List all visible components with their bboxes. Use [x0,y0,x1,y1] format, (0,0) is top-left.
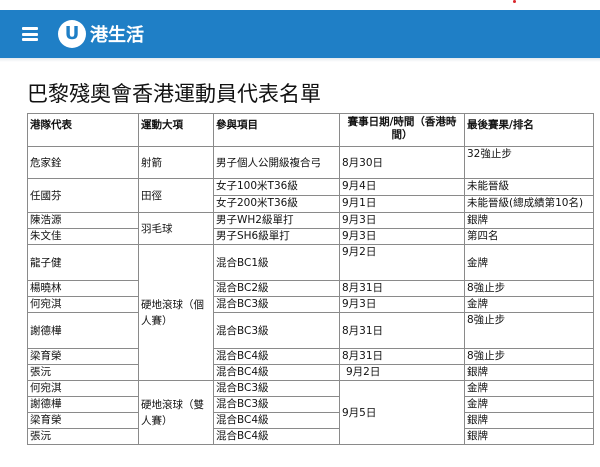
cell-sport: 羽毛球 [138,212,214,245]
table-row: 任國芬 田徑 女子100米T36級 9月4日 未能晉級 [27,178,594,213]
cell-event: 男子個人公開級複合弓 [213,146,340,179]
cell-result: 銀牌 [464,212,594,229]
table-row: 龍子健 硬地滾球（個人賽） 混合BC1級 9月2日 金牌 [27,244,594,381]
cell-event: 混合BC4級 [213,428,340,445]
cell-result: 金牌 [464,380,594,397]
cell-result: 金牌 [464,296,594,313]
cell-athlete: 謝德樺 [27,312,139,349]
logo-text: 港生活 [90,25,144,46]
column-header-date: 賽事日期/時間（香港時間） [339,113,465,147]
cell-event: 混合BC3級 [213,396,340,413]
table-row: 張沅 混合BC4級 銀牌 [27,428,594,445]
page-title: 巴黎殘奧會香港運動員代表名單 [27,82,321,106]
table-row: 朱文佳 男子SH6級單打 9月3日 第四名 [27,228,594,245]
hamburger-menu-icon[interactable] [22,27,38,41]
cell-event: 混合BC4級 [213,348,340,365]
cell-date: 8月31日 [339,312,465,349]
table-row: 謝德樺 混合BC3級 8月31日 8強止步 [27,312,594,349]
site-header: U 港生活 [0,10,600,58]
cell-event: 混合BC4級 [213,364,340,381]
table-row: 楊曉林 混合BC2級 8月31日 8強止步 [27,280,594,297]
cell-date: 9月3日 [339,296,465,313]
column-header-sport: 運動大項 [138,113,214,147]
cell-result: 8強止步 [464,280,594,297]
table-header-row: 港隊代表 運動大項 參與項目 賽事日期/時間（香港時間） 最後賽果/排名 [27,113,594,147]
table-row: 謝德樺 混合BC3級 金牌 [27,396,594,413]
table-row: 梁育榮 混合BC4級 銀牌 [27,412,594,429]
cell-date: 9月3日 [339,228,465,245]
cell-sport: 田徑 [138,178,214,213]
cell-athlete: 任國芬 [27,178,139,213]
cell-athlete: 何宛淇 [27,380,139,397]
top-strip [0,0,600,10]
cell-result: 8強止步 [464,348,594,365]
cell-result: 銀牌 [464,428,594,445]
cell-result: 8強止步 [464,312,594,349]
cell-event: 男子WH2級單打 [213,212,340,229]
cell-athlete: 謝德樺 [27,396,139,413]
cell-athlete: 梁育榮 [27,412,139,429]
cell-result: 金牌 [464,396,594,413]
logo-u-icon: U [58,20,86,48]
cell-date: 9月4日 [339,178,465,196]
cell-sport: 硬地滾球（雙人賽） [138,380,214,445]
cell-date: 9月3日 [339,212,465,229]
cell-event: 混合BC3級 [213,296,340,313]
cell-event: 男子SH6級單打 [213,228,340,245]
cell-event: 混合BC1級 [213,244,340,281]
cell-result: 第四名 [464,228,594,245]
cell-event: 混合BC3級 [213,312,340,349]
cell-athlete: 張沅 [27,364,139,381]
cell-athlete: 何宛淇 [27,296,139,313]
cell-athlete: 張沅 [27,428,139,445]
header-shadow [0,58,600,62]
cell-result: 銀牌 [464,364,594,381]
cell-result: 未能晉級 [464,178,594,196]
cell-athlete: 楊曉林 [27,280,139,297]
site-logo[interactable]: U 港生活 [58,20,144,48]
column-header-event: 參與項目 [213,113,340,147]
cell-event: 混合BC2級 [213,280,340,297]
cell-event: 女子200米T36級 [213,195,340,213]
notification-dot [513,0,516,3]
cell-athlete: 朱文佳 [27,228,139,245]
cell-athlete: 危家銓 [27,146,139,179]
cell-date: 9月5日 [339,380,465,445]
column-header-result: 最後賽果/排名 [464,113,594,147]
cell-date: 9月2日 [339,364,465,381]
table-row: 梁育榮 混合BC4級 8月31日 8強止步 [27,348,594,365]
cell-result: 32強止步 [464,146,594,179]
cell-athlete: 龍子健 [27,244,139,281]
column-header-athlete: 港隊代表 [27,113,139,147]
cell-event: 混合BC4級 [213,412,340,429]
cell-result: 銀牌 [464,412,594,429]
cell-date: 8月31日 [339,348,465,365]
athlete-table: 港隊代表 運動大項 參與項目 賽事日期/時間（香港時間） 最後賽果/排名 危家銓… [27,113,594,445]
cell-date: 9月2日 [339,244,465,281]
table-row: 危家銓 射箭 男子個人公開級複合弓 8月30日 32強止步 [27,146,594,179]
cell-athlete: 陳浩源 [27,212,139,229]
table-row: 陳浩源 羽毛球 男子WH2級單打 9月3日 銀牌 [27,212,594,245]
cell-athlete: 梁育榮 [27,348,139,365]
table-row: 何宛淇 混合BC3級 9月3日 金牌 [27,296,594,313]
cell-sport: 硬地滾球（個人賽） [138,244,214,381]
cell-date: 8月31日 [339,280,465,297]
cell-result: 金牌 [464,244,594,281]
cell-date: 9月1日 [339,195,465,213]
table-row: 何宛淇 硬地滾球（雙人賽） 混合BC3級 9月5日 金牌 [27,380,594,445]
cell-date: 8月30日 [339,146,465,179]
cell-event: 女子100米T36級 [213,178,340,196]
cell-event: 混合BC3級 [213,380,340,397]
table-row: 張沅 混合BC4級 9月2日 銀牌 [27,364,594,381]
cell-result: 未能晉級(總成績第10名) [464,195,594,213]
cell-sport: 射箭 [138,146,214,179]
